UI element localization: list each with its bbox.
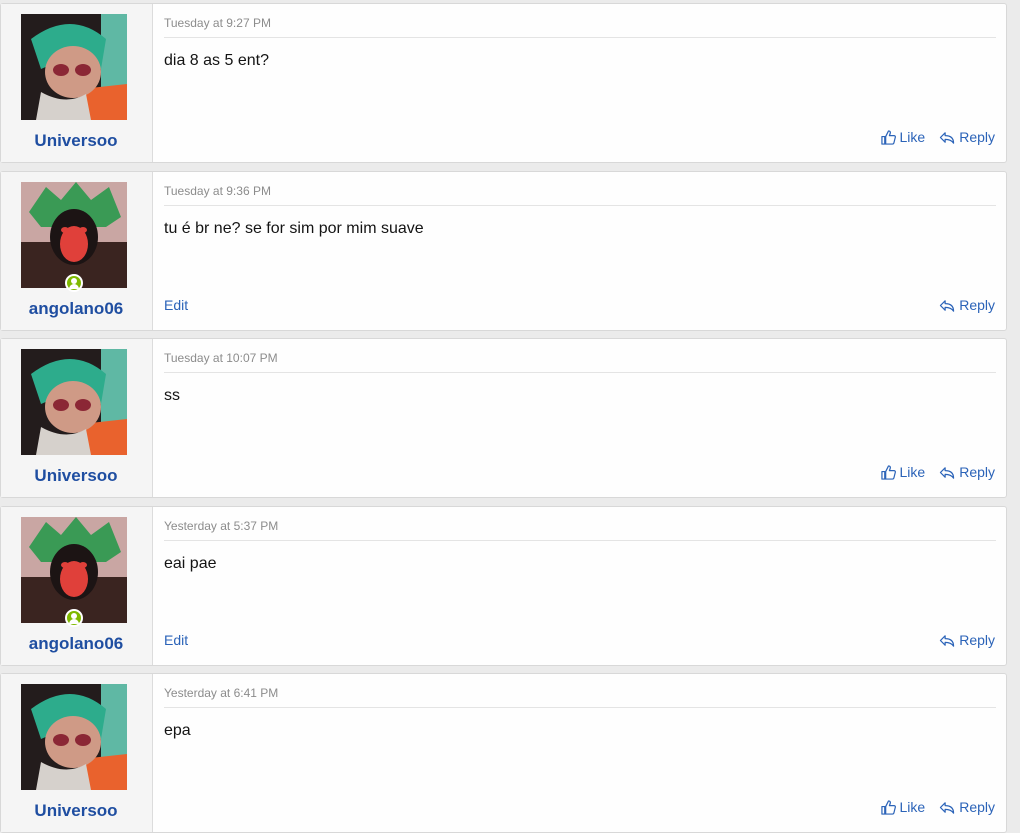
post-actions: Like Reply	[880, 799, 995, 815]
post-body: Tuesday at 9:27 PM dia 8 as 5 ent? Like …	[153, 4, 1006, 162]
reply-button[interactable]: Reply	[939, 464, 995, 480]
thumbs-up-icon	[880, 799, 896, 815]
avatar[interactable]	[21, 349, 127, 455]
message-text: epa	[164, 722, 191, 739]
post-timestamp[interactable]: Tuesday at 9:36 PM	[164, 184, 996, 206]
post-timestamp[interactable]: Tuesday at 9:27 PM	[164, 16, 996, 38]
username[interactable]: Universoo	[1, 466, 151, 486]
username[interactable]: Universoo	[1, 131, 151, 151]
post-timestamp[interactable]: Yesterday at 6:41 PM	[164, 686, 996, 708]
thumbs-up-icon	[880, 464, 896, 480]
reply-icon	[940, 634, 955, 647]
message-text: tu é br ne? se for sim por mim suave	[164, 220, 424, 237]
post: angolano06 Tuesday at 9:36 PM tu é br ne…	[0, 171, 1007, 331]
post-timestamp[interactable]: Yesterday at 5:37 PM	[164, 519, 996, 541]
like-label: Like	[899, 129, 926, 145]
thumbs-up-icon	[880, 129, 896, 145]
reply-label: Reply	[959, 464, 995, 480]
user-cell: Universoo	[1, 339, 153, 497]
user-cell: angolano06	[1, 507, 153, 665]
like-button[interactable]: Like	[880, 799, 926, 815]
post-body: Tuesday at 10:07 PM ss Like Reply	[153, 339, 1006, 497]
avatar[interactable]	[21, 14, 127, 120]
post-body: Tuesday at 9:36 PM tu é br ne? se for si…	[153, 172, 1006, 330]
reply-label: Reply	[959, 632, 995, 648]
online-status-icon	[65, 609, 83, 627]
reply-icon	[940, 299, 955, 312]
post: Universoo Tuesday at 9:27 PM dia 8 as 5 …	[0, 3, 1007, 163]
avatar[interactable]	[21, 517, 127, 623]
avatar[interactable]	[21, 684, 127, 790]
username[interactable]: angolano06	[1, 634, 151, 654]
post-actions: Like Reply	[880, 129, 995, 145]
post-body: Yesterday at 5:37 PM eai pae Edit Reply	[153, 507, 1006, 665]
reply-button[interactable]: Reply	[939, 632, 995, 648]
reply-button[interactable]: Reply	[939, 297, 995, 313]
reply-label: Reply	[959, 799, 995, 815]
thread: Universoo Tuesday at 9:27 PM dia 8 as 5 …	[0, 0, 1020, 833]
like-label: Like	[899, 799, 926, 815]
post-body: Yesterday at 6:41 PM epa Like Reply	[153, 674, 1006, 832]
username[interactable]: angolano06	[1, 299, 151, 319]
reply-icon	[940, 801, 955, 814]
reply-label: Reply	[959, 129, 995, 145]
post: Universoo Yesterday at 6:41 PM epa Like …	[0, 673, 1007, 833]
avatar[interactable]	[21, 182, 127, 288]
like-button[interactable]: Like	[880, 129, 926, 145]
username[interactable]: Universoo	[1, 801, 151, 821]
online-status-icon	[65, 274, 83, 292]
reply-button[interactable]: Reply	[939, 799, 995, 815]
message-text: eai pae	[164, 555, 217, 572]
post: Universoo Tuesday at 10:07 PM ss Like Re…	[0, 338, 1007, 498]
post-timestamp[interactable]: Tuesday at 10:07 PM	[164, 351, 996, 373]
post-actions: Reply	[939, 632, 995, 648]
reply-icon	[940, 466, 955, 479]
edit-button[interactable]: Edit	[164, 632, 188, 648]
message-text: ss	[164, 387, 180, 404]
user-cell: Universoo	[1, 4, 153, 162]
like-button[interactable]: Like	[880, 464, 926, 480]
user-cell: angolano06	[1, 172, 153, 330]
reply-label: Reply	[959, 297, 995, 313]
message-text: dia 8 as 5 ent?	[164, 52, 269, 69]
post: angolano06 Yesterday at 5:37 PM eai pae …	[0, 506, 1007, 666]
post-actions: Reply	[939, 297, 995, 313]
reply-icon	[940, 131, 955, 144]
user-cell: Universoo	[1, 674, 153, 832]
edit-button[interactable]: Edit	[164, 297, 188, 313]
like-label: Like	[899, 464, 926, 480]
reply-button[interactable]: Reply	[939, 129, 995, 145]
post-actions: Like Reply	[880, 464, 995, 480]
